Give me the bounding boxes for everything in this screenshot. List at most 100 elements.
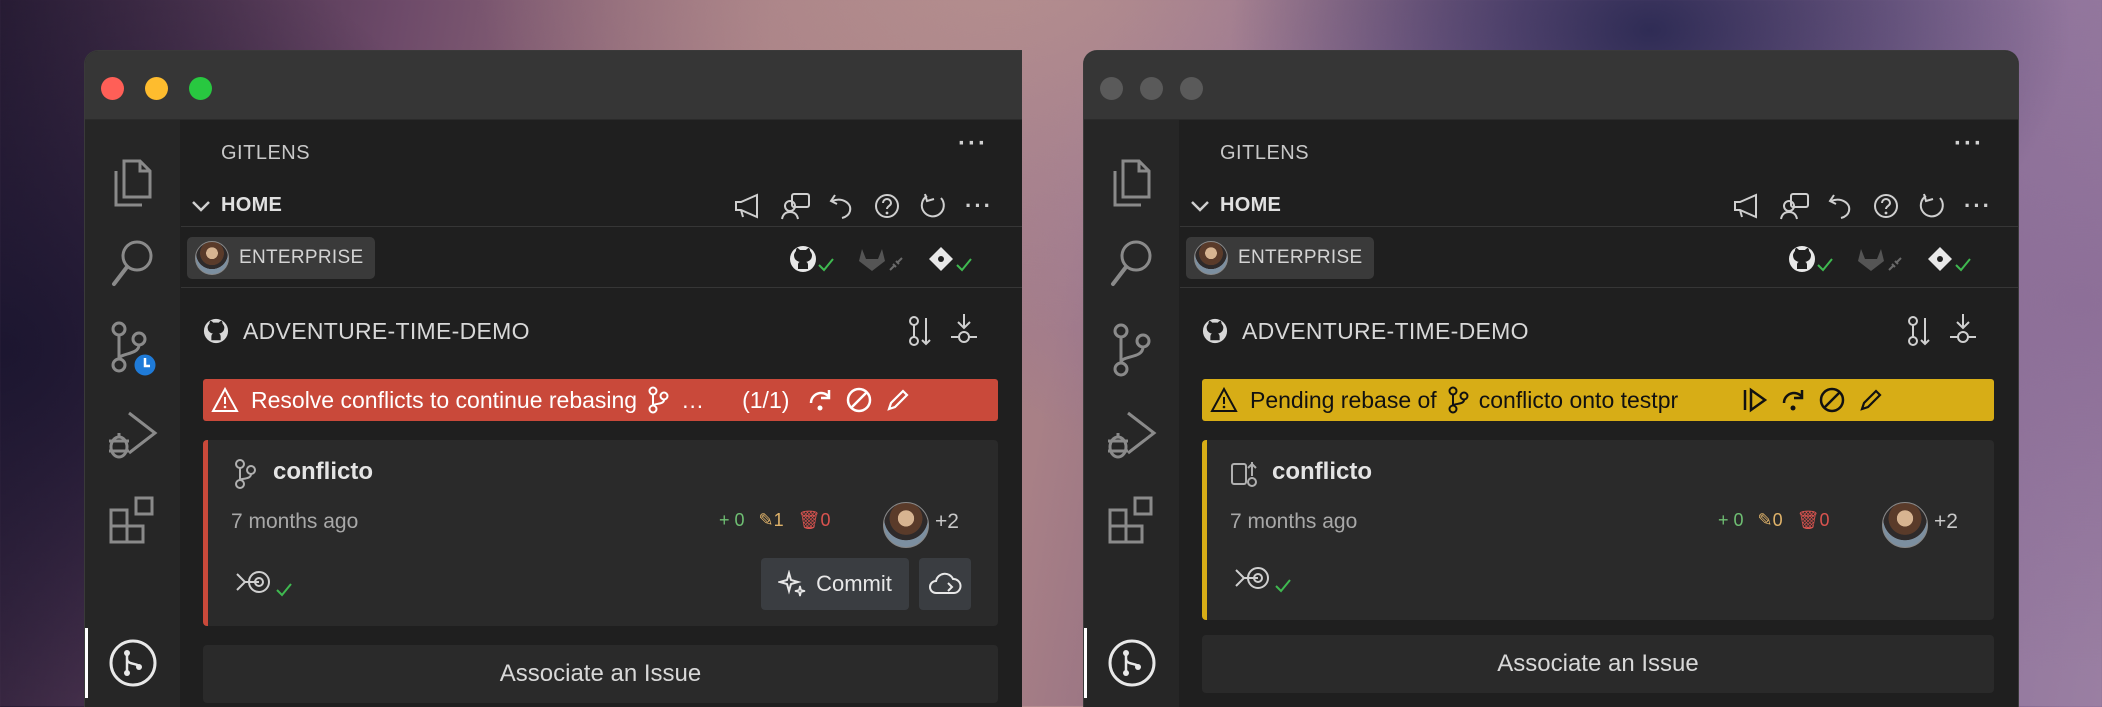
home-section-header[interactable]: HOME ··· [181, 186, 1022, 227]
switch-branch-icon[interactable] [1905, 314, 1933, 348]
account-label: ENTERPRISE [1238, 247, 1363, 268]
start-rebase-icon[interactable] [1742, 387, 1768, 413]
branch-icon [1448, 386, 1469, 414]
continue-icon[interactable] [807, 387, 835, 413]
gitlab-disconnected[interactable] [1856, 245, 1904, 273]
banner-branch: conflicto onto testpr [1478, 386, 1679, 413]
account-label: ENTERPRISE [239, 247, 364, 268]
merge-target-icon[interactable] [1234, 564, 1270, 594]
check-icon [818, 258, 834, 272]
help-icon[interactable] [1872, 192, 1900, 220]
gitlens-icon[interactable] [85, 628, 180, 698]
editor-window-right: GITLENS ··· HOME ··· ENTERPRISE ADVENTUR… [1083, 50, 2019, 707]
github-icon [203, 318, 229, 344]
search-icon[interactable] [1084, 228, 1179, 298]
branch-time: 7 months ago [231, 510, 359, 533]
more-icon[interactable]: ··· [1954, 130, 1984, 158]
more-authors[interactable]: +2 [935, 510, 959, 534]
account-badge[interactable]: ENTERPRISE [187, 237, 376, 279]
abort-icon[interactable] [1818, 386, 1846, 414]
home-section-header[interactable]: HOME ··· [1180, 186, 2018, 227]
repository-name[interactable]: ADVENTURE-TIME-DEMO [1242, 318, 1529, 345]
continue-icon[interactable] [1780, 387, 1808, 413]
files-icon[interactable] [1084, 148, 1179, 218]
help-icon[interactable] [873, 192, 901, 220]
gitkraken-connected[interactable] [1926, 245, 1972, 273]
avatar[interactable] [1882, 502, 1928, 548]
banner-text: Pending rebase of [1250, 386, 1437, 413]
branch-icon [235, 459, 256, 489]
commit-button[interactable]: Commit [761, 558, 909, 610]
gitlens-panel: GITLENS ··· HOME ··· ENTERPRISE ADVENTUR… [1180, 120, 2018, 707]
warning-icon [1210, 387, 1238, 412]
associate-issue-button[interactable]: Associate an Issue [1202, 635, 1994, 693]
rebase-conflict-banner[interactable]: Resolve conflicts to continue rebasing …… [203, 379, 998, 421]
card-status-bar [1202, 440, 1207, 620]
merge-target-icon[interactable] [235, 568, 271, 598]
home-label: HOME [221, 194, 283, 216]
branch-icon [648, 386, 669, 414]
undo-icon[interactable] [1828, 192, 1854, 220]
maximize-window-button[interactable] [189, 77, 212, 100]
more-icon[interactable]: ··· [965, 193, 993, 219]
edit-icon[interactable] [1858, 387, 1884, 413]
plug-disconnected-icon [1888, 257, 1902, 271]
search-icon[interactable] [85, 228, 180, 298]
associate-issue-button[interactable]: Associate an Issue [203, 645, 998, 703]
maximize-window-button[interactable] [1180, 77, 1203, 100]
github-icon [1202, 318, 1228, 344]
megaphone-icon[interactable] [733, 193, 763, 219]
home-label: HOME [1220, 194, 1282, 216]
run-debug-icon[interactable] [85, 400, 180, 470]
branch-rebase-icon [1231, 462, 1257, 487]
branch-card[interactable]: conflicto 7 months ago + 0 ✎0 🗑0 +2 [1202, 440, 1994, 620]
fetch-icon[interactable] [1948, 312, 1978, 348]
integration-status [1788, 245, 1972, 273]
edit-icon[interactable] [885, 387, 911, 413]
refresh-icon[interactable] [919, 192, 947, 220]
publish-cloud-button[interactable] [919, 558, 971, 610]
more-icon[interactable]: ··· [958, 130, 988, 158]
gitkraken-icon [929, 247, 953, 271]
gitlens-icon[interactable] [1084, 628, 1179, 698]
extensions-icon[interactable] [1084, 485, 1179, 555]
gitlab-disconnected[interactable] [857, 245, 905, 273]
github-connected[interactable] [789, 245, 835, 273]
editor-window-left: GITLENS ··· HOME ··· ENTERPRISE ADVENTUR… [84, 50, 1022, 707]
megaphone-icon[interactable] [1732, 193, 1762, 219]
panel-title: GITLENS [221, 142, 311, 164]
branch-name: conflicto [1272, 458, 1372, 485]
panel-title: GITLENS [1220, 142, 1310, 164]
more-authors[interactable]: +2 [1934, 510, 1958, 534]
feedback-icon[interactable] [781, 192, 811, 220]
banner-truncation: … [681, 386, 705, 413]
gitlab-icon [1858, 249, 1884, 271]
refresh-icon[interactable] [1918, 192, 1946, 220]
fetch-icon[interactable] [949, 312, 979, 348]
run-debug-icon[interactable] [1084, 400, 1179, 470]
abort-icon[interactable] [845, 386, 873, 414]
pending-rebase-banner[interactable]: Pending rebase of conflicto onto testpr [1202, 379, 1994, 421]
feedback-icon[interactable] [1780, 192, 1810, 220]
switch-branch-icon[interactable] [906, 314, 934, 348]
account-badge[interactable]: ENTERPRISE [1186, 237, 1375, 279]
minimize-window-button[interactable] [145, 77, 168, 100]
branch-card[interactable]: conflicto 7 months ago + 0 ✎1 🗑0 +2 Comm… [203, 440, 998, 626]
avatar [195, 241, 229, 275]
activity-bar [85, 120, 180, 707]
github-connected[interactable] [1788, 245, 1834, 273]
change-stats: + 0 ✎1 🗑0 [719, 510, 831, 531]
source-control-icon[interactable] [1084, 316, 1179, 386]
repository-name[interactable]: ADVENTURE-TIME-DEMO [243, 318, 530, 345]
title-bar [85, 51, 1022, 120]
undo-icon[interactable] [829, 192, 855, 220]
more-icon[interactable]: ··· [1964, 193, 1992, 219]
source-control-icon[interactable] [85, 316, 180, 386]
minimize-window-button[interactable] [1140, 77, 1163, 100]
avatar[interactable] [883, 502, 929, 548]
gitkraken-connected[interactable] [927, 245, 973, 273]
close-window-button[interactable] [1100, 77, 1123, 100]
files-icon[interactable] [85, 148, 180, 218]
extensions-icon[interactable] [85, 485, 180, 555]
close-window-button[interactable] [101, 77, 124, 100]
